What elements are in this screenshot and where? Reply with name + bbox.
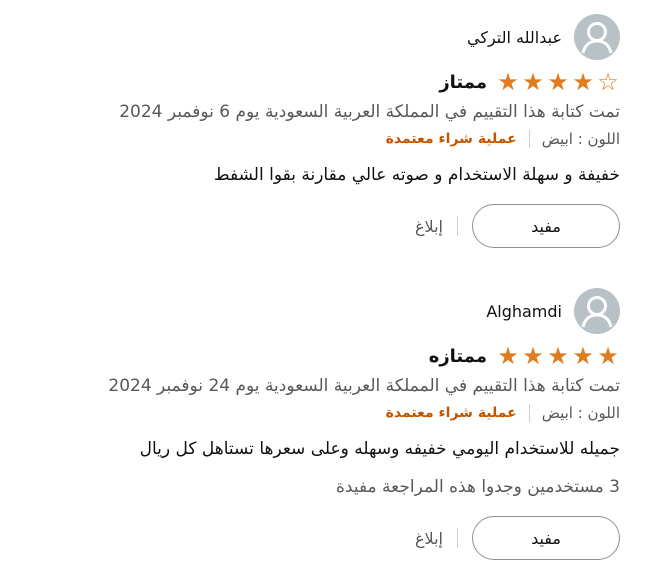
star-rating: ★ ★ ★ ★ ☆ bbox=[495, 68, 620, 96]
report-link[interactable]: إبلاغ bbox=[415, 529, 443, 548]
reviewer-profile[interactable]: عبدالله التركي bbox=[40, 14, 620, 60]
star-outline-icon: ☆ bbox=[597, 68, 619, 96]
rating-row[interactable]: ★ ★ ★ ★ ☆ ممتاز bbox=[40, 68, 620, 96]
divider bbox=[528, 404, 530, 422]
reviewer-profile[interactable]: Alghamdi bbox=[40, 288, 620, 334]
review-meta: اللون : ابيض عملية شراء معتمدة bbox=[40, 128, 620, 150]
review-actions: مفيد إبلاغ bbox=[40, 516, 620, 560]
verified-purchase-badge[interactable]: عملية شراء معتمدة bbox=[386, 402, 517, 424]
review-card: عبدالله التركي ★ ★ ★ ★ ☆ ممتاز تمت كتابة… bbox=[40, 14, 620, 248]
helpful-button[interactable]: مفيد bbox=[472, 204, 620, 248]
review-meta: اللون : ابيض عملية شراء معتمدة bbox=[40, 402, 620, 424]
report-link[interactable]: إبلاغ bbox=[415, 217, 443, 236]
star-filled-icon: ★ bbox=[572, 68, 594, 96]
reviewer-name: عبدالله التركي bbox=[467, 27, 562, 47]
review-body: خفيفة و سهلة الاستخدام و صوته عالي مقارن… bbox=[213, 165, 620, 185]
review-card: Alghamdi ★ ★ ★ ★ ★ ممتازه تمت كتابة هذا … bbox=[40, 288, 620, 560]
helpful-count: 3 مستخدمين وجدوا هذه المراجعة مفيدة bbox=[335, 477, 620, 497]
star-filled-icon: ★ bbox=[547, 68, 569, 96]
star-filled-icon: ★ bbox=[522, 342, 544, 370]
divider bbox=[457, 528, 458, 548]
star-rating: ★ ★ ★ ★ ★ bbox=[495, 342, 620, 370]
star-filled-icon: ★ bbox=[497, 342, 519, 370]
star-filled-icon: ★ bbox=[597, 342, 619, 370]
star-filled-icon: ★ bbox=[572, 342, 594, 370]
verified-purchase-badge[interactable]: عملية شراء معتمدة bbox=[386, 128, 517, 150]
color-variant: اللون : ابيض bbox=[541, 130, 620, 148]
divider bbox=[528, 130, 530, 148]
review-headline[interactable]: ممتاز bbox=[439, 72, 487, 93]
review-actions: مفيد إبلاغ bbox=[40, 204, 620, 248]
default-avatar-icon bbox=[574, 288, 620, 334]
divider bbox=[457, 216, 458, 236]
color-variant: اللون : ابيض bbox=[541, 404, 620, 422]
star-filled-icon: ★ bbox=[522, 68, 544, 96]
review-headline[interactable]: ممتازه bbox=[429, 346, 487, 367]
star-filled-icon: ★ bbox=[547, 342, 569, 370]
review-body: جميله للاستخدام اليومي خفيفه وسهله وعلى … bbox=[139, 439, 620, 459]
reviewer-name: Alghamdi bbox=[486, 301, 562, 321]
review-date: تمت كتابة هذا التقييم في المملكة العربية… bbox=[119, 102, 620, 122]
review-date: تمت كتابة هذا التقييم في المملكة العربية… bbox=[108, 376, 620, 396]
star-filled-icon: ★ bbox=[497, 68, 519, 96]
rating-row[interactable]: ★ ★ ★ ★ ★ ممتازه bbox=[40, 342, 620, 370]
helpful-button[interactable]: مفيد bbox=[472, 516, 620, 560]
default-avatar-icon bbox=[574, 14, 620, 60]
